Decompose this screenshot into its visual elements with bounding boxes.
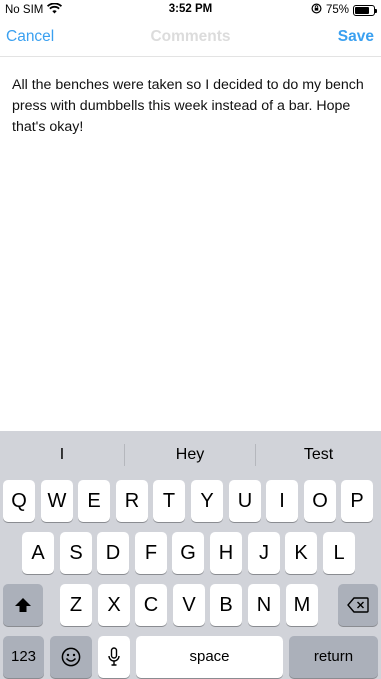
return-key[interactable]: return [289,636,378,678]
key-p[interactable]: P [341,480,373,522]
space-key[interactable]: space [136,636,283,678]
key-v[interactable]: V [173,584,205,626]
dictation-key[interactable] [98,636,130,678]
navigation-bar: Cancel Comments Save [0,20,381,57]
key-u[interactable]: U [229,480,261,522]
key-i[interactable]: I [266,480,298,522]
numbers-key[interactable]: 123 [3,636,44,678]
key-l[interactable]: L [323,532,355,574]
key-e[interactable]: E [78,480,110,522]
key-h[interactable]: H [210,532,242,574]
key-y[interactable]: Y [191,480,223,522]
suggestion-bar: I Hey Test [0,431,381,476]
key-j[interactable]: J [248,532,280,574]
shift-key[interactable] [3,584,43,626]
comment-textarea[interactable]: All the benches were taken so I decided … [12,75,368,415]
battery-icon [353,4,377,16]
key-b[interactable]: B [210,584,242,626]
key-o[interactable]: O [304,480,336,522]
key-q[interactable]: Q [3,480,35,522]
emoji-key[interactable] [50,636,92,678]
keyboard: I Hey Test QWERTYUIOPASDFGHJKLZXCVBNM 12… [0,431,381,679]
key-s[interactable]: S [60,532,92,574]
orientation-lock-icon [311,3,322,17]
status-bar: No SIM 3:52 PM 75% [0,0,381,20]
battery-percent: 75% [325,4,349,16]
key-f[interactable]: F [135,532,167,574]
key-g[interactable]: G [172,532,204,574]
battery-level [355,6,369,14]
suggestion-1[interactable]: I [0,431,124,476]
key-z[interactable]: Z [60,584,92,626]
key-k[interactable]: K [285,532,317,574]
key-a[interactable]: A [22,532,54,574]
save-button[interactable]: Save [338,28,374,46]
status-right: 75% [311,3,377,17]
key-x[interactable]: X [98,584,130,626]
key-n[interactable]: N [248,584,280,626]
key-t[interactable]: T [153,480,185,522]
key-w[interactable]: W [41,480,73,522]
key-m[interactable]: M [286,584,318,626]
page-title: Comments [150,28,231,45]
key-c[interactable]: C [135,584,167,626]
suggestion-2[interactable]: Hey [125,431,255,476]
key-d[interactable]: D [97,532,129,574]
suggestion-3[interactable]: Test [256,431,381,476]
key-r[interactable]: R [116,480,148,522]
delete-key[interactable] [338,584,378,626]
